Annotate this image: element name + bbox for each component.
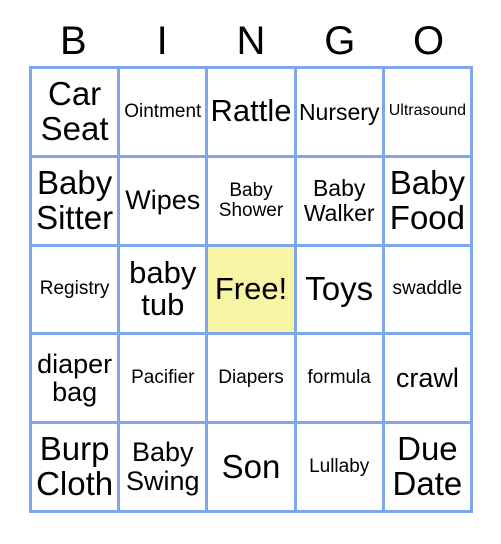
bingo-cell-label: Lullaby (309, 456, 370, 478)
bingo-cell[interactable]: Baby Sitter (32, 157, 121, 247)
bingo-cell-label: Pacifier (131, 367, 195, 389)
bingo-cell[interactable]: Ultrasound (384, 69, 473, 158)
bingo-cell-free[interactable]: Free! (208, 246, 297, 336)
bingo-cell[interactable]: Registry (32, 246, 121, 336)
bingo-cell-label: Car Seat (40, 74, 109, 147)
bingo-cell[interactable]: Baby Food (384, 157, 473, 247)
bingo-cell[interactable]: Ointment (120, 69, 209, 158)
bingo-card: B I N G O Car Seat Ointment Rattle Nursery U… (0, 0, 501, 544)
bingo-cell-label: Baby Swing (126, 437, 200, 497)
bingo-cell-label: crawl (395, 362, 459, 393)
bingo-cell[interactable]: Due Date (384, 424, 473, 513)
bingo-cell[interactable]: Toys (296, 246, 385, 336)
bingo-cell-label: Free! (214, 271, 288, 307)
bingo-cell[interactable]: Son (208, 424, 297, 513)
bingo-cell-label: swaddle (392, 278, 463, 300)
bingo-cell[interactable]: diaper bag (32, 335, 121, 425)
bingo-cell-label: Burp Cloth (36, 430, 114, 503)
bingo-cell-label: Diapers (218, 367, 284, 389)
bingo-cell[interactable]: Baby Walker (296, 157, 385, 247)
header-letter-g: G (324, 19, 356, 63)
header-letter-o: O (413, 19, 445, 63)
bingo-cell[interactable]: Baby Shower (208, 157, 297, 247)
bingo-cell[interactable]: Baby Swing (120, 424, 209, 513)
bingo-cell[interactable]: Diapers (208, 335, 297, 425)
bingo-cell-label: Ultrasound (388, 102, 467, 120)
bingo-cell-label: Wipes (125, 185, 201, 216)
bingo-cell-label: Baby Sitter (36, 163, 114, 236)
bingo-grid: Car Seat Ointment Rattle Nursery Ultrasound B… (29, 66, 473, 513)
bingo-cell[interactable]: formula (296, 335, 385, 425)
bingo-cell-label: Registry (39, 278, 110, 300)
bingo-cell-label: Due Date (392, 430, 463, 503)
header-letter-n: N (236, 19, 266, 63)
bingo-cell-label: Nursery (298, 98, 380, 125)
bingo-cell-label: Rattle (210, 93, 292, 129)
header-letter-b: B (60, 19, 87, 63)
bingo-cell[interactable]: Rattle (208, 69, 297, 158)
bingo-cell[interactable]: Car Seat (32, 69, 121, 158)
bingo-header-row: B I N G O (29, 16, 473, 66)
bingo-cell-label: formula (307, 367, 371, 389)
bingo-cell-label: Toys (305, 270, 374, 307)
bingo-cell-label: baby tub (129, 254, 197, 323)
bingo-cell-label: Baby Food (389, 163, 465, 236)
bingo-cell[interactable]: crawl (384, 335, 473, 425)
bingo-cell[interactable]: Nursery (296, 69, 385, 158)
bingo-cell[interactable]: Burp Cloth (32, 424, 121, 513)
bingo-cell-label: Son (221, 447, 281, 485)
bingo-cell[interactable]: swaddle (384, 246, 473, 336)
bingo-cell[interactable]: Lullaby (296, 424, 385, 513)
bingo-cell-label: Baby Walker (303, 175, 375, 226)
bingo-cell[interactable]: baby tub (120, 246, 209, 336)
bingo-cell-label: diaper bag (37, 348, 113, 408)
bingo-cell[interactable]: Pacifier (120, 335, 209, 425)
bingo-cell-label: Ointment (124, 100, 202, 122)
bingo-cell[interactable]: Wipes (120, 157, 209, 247)
bingo-cell-label: Baby Shower (218, 179, 284, 221)
header-letter-i: I (156, 19, 168, 63)
